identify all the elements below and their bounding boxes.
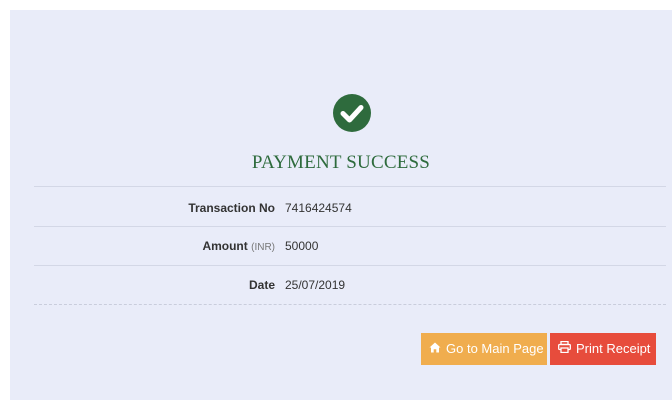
transaction-value: 7416424574 — [285, 201, 352, 215]
date-label: Date — [248, 278, 275, 292]
print-receipt-button[interactable]: Print Receipt — [550, 333, 656, 365]
transaction-label: Transaction No — [188, 201, 275, 215]
check-circle-icon — [332, 93, 372, 133]
payment-result-panel: PAYMENT SUCCESS Transaction No 741642457… — [10, 10, 672, 400]
divider — [34, 265, 666, 266]
print-icon — [558, 333, 571, 365]
divider — [34, 226, 666, 227]
print-receipt-label: Print Receipt — [576, 341, 651, 356]
date-value: 25/07/2019 — [285, 278, 346, 292]
payment-status-title: PAYMENT SUCCESS — [251, 152, 431, 173]
date-row: Date 25/07/2019 — [10, 275, 672, 295]
amount-label: Amount — [202, 239, 248, 253]
go-to-main-page-button[interactable]: Go to Main Page — [421, 333, 547, 365]
amount-row: Amount (INR) 50000 — [10, 236, 672, 256]
transaction-row: Transaction No 7416424574 — [10, 198, 672, 218]
divider — [34, 186, 666, 187]
home-icon — [429, 333, 441, 365]
amount-label-wrap: Amount (INR) — [202, 236, 275, 258]
amount-value: 50000 — [285, 239, 319, 253]
divider — [34, 304, 666, 305]
amount-unit: (INR) — [251, 242, 275, 253]
go-to-main-page-label: Go to Main Page — [446, 341, 544, 356]
